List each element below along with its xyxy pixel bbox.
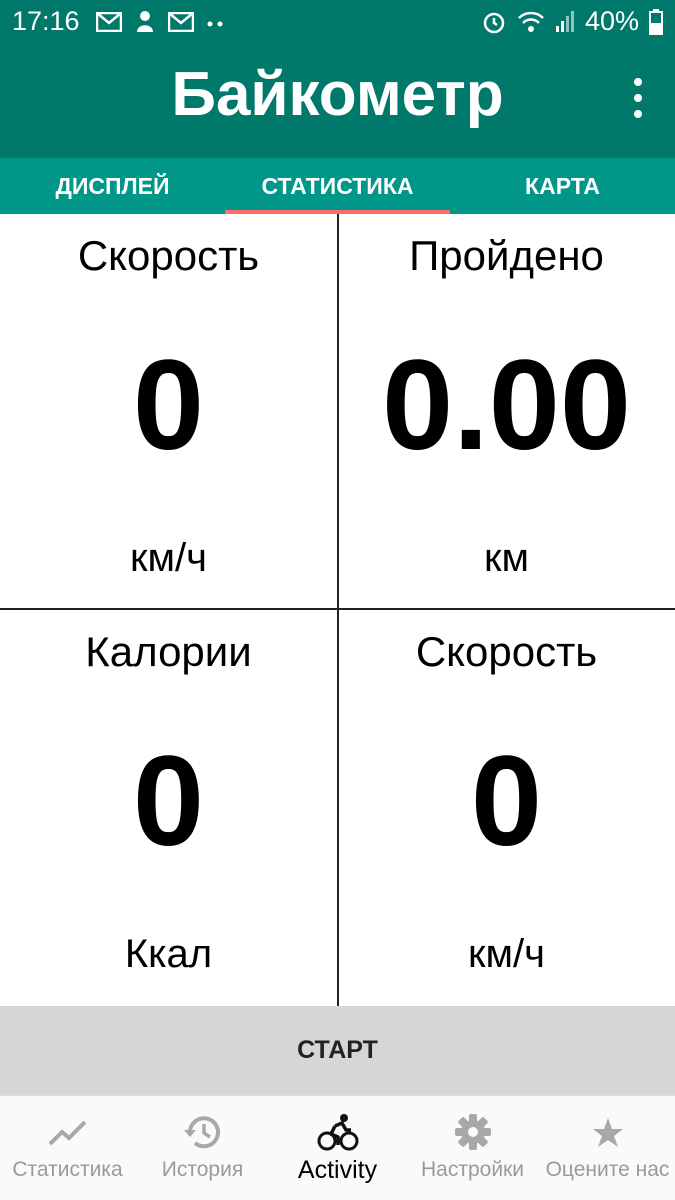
battery-icon (649, 8, 663, 35)
stat-cell-speed: Скорость 0 км/ч (0, 214, 337, 610)
wifi-icon (518, 11, 544, 32)
app-title: Байкометр (171, 60, 504, 129)
status-time: 17:16 (12, 6, 80, 36)
grid-divider-horizontal (0, 608, 675, 610)
stat-cell-speed-2: Скорость 0 км/ч (338, 610, 675, 1006)
tab-display[interactable]: ДИСПЛЕЙ (0, 158, 225, 214)
battery-percent: 40% (584, 6, 639, 36)
status-right: 40% (481, 6, 663, 37)
nav-item-history[interactable]: История (135, 1096, 270, 1200)
stat-label: Пройдено (409, 232, 604, 279)
bike-icon (317, 1114, 358, 1151)
stat-label: Калории (85, 628, 252, 675)
mail-icon (168, 12, 194, 32)
signal-icon (555, 10, 574, 32)
nav-item-activity[interactable]: Activity (270, 1096, 405, 1200)
stat-value: 0 (132, 730, 205, 873)
history-icon (183, 1116, 220, 1149)
status-notification-icons (96, 10, 224, 34)
alarm-icon (483, 12, 505, 33)
stat-value: 0 (470, 730, 543, 873)
nav-label: Настройки (421, 1158, 524, 1181)
star-icon (592, 1118, 623, 1147)
nav-label: История (161, 1158, 244, 1181)
nav-item-statistics[interactable]: Статистика (0, 1096, 135, 1200)
stat-unit: км/ч (130, 536, 207, 580)
stat-unit: км (484, 536, 529, 580)
tab-statistics[interactable]: СТАТИСТИКА (225, 158, 450, 214)
tab-map[interactable]: КАРТА (450, 158, 675, 214)
mail-icon (96, 12, 122, 32)
tab-bar: ДИСПЛЕЙ СТАТИСТИКА КАРТА (0, 158, 675, 214)
nav-label: Activity (297, 1156, 378, 1184)
grid-divider-vertical (337, 214, 339, 1006)
notification-icon (137, 11, 153, 32)
stat-label: Скорость (77, 232, 260, 279)
gear-icon (454, 1114, 491, 1150)
stat-unit: км/ч (468, 932, 545, 976)
more-notifications-icon (207, 21, 223, 27)
stat-value: 0 (132, 334, 205, 477)
stats-grid: Скорость 0 км/ч Пройдено 0.00 км Калории… (0, 214, 675, 1006)
nav-item-rate[interactable]: Оцените нас (540, 1096, 675, 1200)
start-button[interactable]: СТАРТ (0, 1006, 675, 1095)
stat-value: 0.00 (381, 334, 632, 477)
nav-item-settings[interactable]: Настройки (405, 1096, 540, 1200)
app-bar: Байкометр (0, 45, 675, 158)
stat-cell-distance: Пройдено 0.00 км (338, 214, 675, 610)
overflow-menu-icon[interactable] (623, 78, 653, 118)
stat-unit: Ккал (124, 932, 213, 976)
stat-label: Скорость (415, 628, 598, 675)
status-bar: 17:16 40% (0, 0, 675, 45)
nav-label: Оцените нас (545, 1158, 670, 1181)
bottom-nav: Статистика История Activity Настройки Оц… (0, 1095, 675, 1200)
stat-cell-calories: Калории 0 Ккал (0, 610, 337, 1006)
trending-up-icon (48, 1120, 86, 1146)
nav-label: Статистика (12, 1158, 123, 1181)
